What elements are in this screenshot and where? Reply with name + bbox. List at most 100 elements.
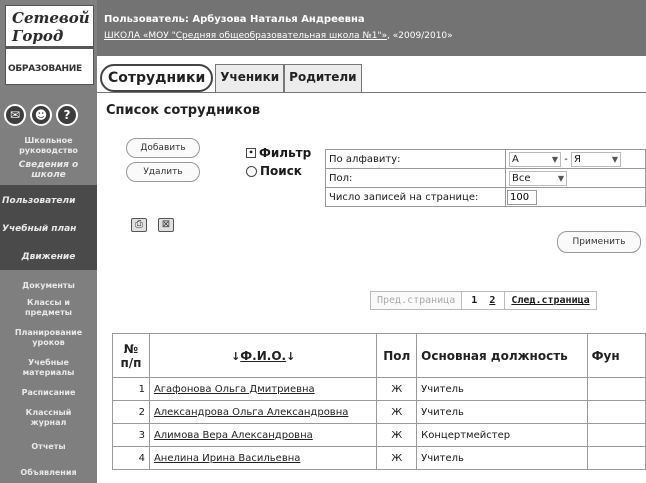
row-function (586, 377, 646, 401)
row-position: Концертмейстер (416, 423, 588, 447)
filter-table: По алфавиту: А ▼ - Я ▼ Пол: Все ▼ Число зап… (325, 149, 646, 207)
per-page-label: Число записей на странице: (325, 187, 506, 207)
user-name: Пользователь: Арбузова Наталья Андреевна (104, 14, 365, 25)
alpha-label: По алфавиту: (325, 149, 506, 169)
name-header-label: Ф.И.О. (240, 348, 287, 363)
row-number: 3 (112, 423, 150, 447)
column-header-position: Основная должность (416, 333, 588, 378)
filter-radio-label: Фильтр (259, 146, 312, 160)
table-header-row: № п/п ↓Ф.И.О.↓ Пол Основная должность Фу… (112, 333, 646, 378)
tab-parents[interactable]: Родители (284, 64, 362, 92)
prev-page-button[interactable]: Пред.страница (370, 291, 463, 310)
sex-select[interactable]: Все ▼ (509, 170, 567, 186)
sidebar-item-lesson-planning[interactable]: Планирование уроков (0, 328, 97, 348)
sidebar-item-journal[interactable]: Классный журнал (0, 408, 97, 428)
sidebar-item-announcements[interactable]: Объявления (0, 468, 97, 478)
chevron-down-icon: ▼ (551, 154, 558, 164)
employee-link[interactable]: Агафонова Ольга Дмитриевна (154, 384, 315, 395)
employee-link[interactable]: Алимова Вера Александровна (154, 430, 313, 441)
alpha-range-cell: А ▼ - Я ▼ (505, 149, 646, 169)
column-header-number: № п/п (112, 333, 150, 378)
row-position: Учитель (416, 400, 588, 424)
page-title: Список сотрудников (106, 103, 261, 118)
sidebar-item-users[interactable]: Пользователи (0, 196, 97, 206)
tab-staff[interactable]: Сотрудники (100, 64, 214, 92)
row-name-cell: Агафонова Ольга Дмитриевна (148, 377, 378, 401)
print-icon[interactable]: ⎙ (131, 218, 147, 232)
row-name-cell: Александрова Ольга Александровна (148, 400, 378, 424)
logo[interactable]: Сетевой Город ОБРАЗОВАНИЕ (5, 5, 94, 85)
alpha-to-value: Я (573, 153, 581, 165)
add-button[interactable]: Добавить (126, 138, 200, 158)
search-radio-label: Поиск (260, 164, 302, 178)
per-page-input[interactable] (507, 189, 537, 205)
tab-students[interactable]: Ученики (215, 64, 285, 92)
logo-line-2: Город (12, 27, 64, 45)
chevron-down-icon: ▼ (611, 154, 618, 164)
alpha-from-value: А (512, 153, 519, 165)
help-icon[interactable]: ? (56, 104, 78, 126)
row-name-cell: Анелина Ирина Васильевна (148, 446, 378, 470)
people-icon[interactable]: ☻ (30, 104, 52, 126)
logo-divider (6, 46, 93, 49)
employee-link[interactable]: Александрова Ольга Александровна (154, 407, 348, 418)
column-header-name[interactable]: ↓Ф.И.О.↓ (148, 333, 378, 378)
sort-down-icon: ↓ (286, 349, 296, 363)
school-link[interactable]: ШКОЛА «МОУ "Средняя общеобразовательная … (104, 31, 387, 41)
row-sex: Ж (376, 446, 418, 470)
row-position: Учитель (416, 446, 588, 470)
column-header-sex: Пол (376, 333, 418, 378)
chevron-down-icon: ▼ (557, 173, 564, 183)
page-link-1[interactable]: 1 (471, 295, 477, 306)
sidebar-item-study-plan[interactable]: Учебный план (0, 224, 97, 234)
next-page-button[interactable]: След.страница (505, 291, 597, 310)
row-sex: Ж (376, 400, 418, 424)
sidebar-item-classes[interactable]: Классы и предметы (0, 298, 97, 318)
delete-button[interactable]: Удалить (126, 162, 200, 182)
alpha-to-select[interactable]: Я ▼ (570, 151, 621, 167)
page-numbers: 1 2 (462, 291, 506, 310)
school-year: , «2009/2010» (387, 31, 453, 41)
employee-link[interactable]: Анелина Ирина Васильевна (154, 453, 300, 464)
search-radio[interactable]: Поиск (246, 164, 302, 178)
row-function (586, 400, 646, 424)
mail-icon[interactable]: ✉ (4, 104, 26, 126)
sidebar-item-school-management[interactable]: Школьное руководство (0, 136, 97, 156)
sidebar: Сетевой Город ОБРАЗОВАНИЕ ✉ ☻ ? Школьное… (0, 0, 97, 483)
row-number: 2 (112, 400, 150, 424)
row-number: 1 (112, 377, 150, 401)
table-row: 4 Анелина Ирина Васильевна Ж Учитель (112, 446, 646, 470)
sex-label: Пол: (325, 168, 506, 188)
sidebar-item-materials[interactable]: Учебные материалы (0, 358, 97, 378)
row-function (586, 446, 646, 470)
sidebar-item-school-info[interactable]: Сведения о школе (0, 160, 97, 180)
filter-radio-checked-icon: • (246, 148, 256, 158)
row-name-cell: Алимова Вера Александровна (148, 423, 378, 447)
sidebar-item-reports[interactable]: Отчеты (0, 442, 97, 452)
sidebar-icons: ✉ ☻ ? (4, 104, 94, 126)
row-position: Учитель (416, 377, 588, 401)
logo-line-3: ОБРАЗОВАНИЕ (8, 64, 82, 74)
logo-line-1: Сетевой (12, 9, 90, 27)
header: Пользователь: Арбузова Наталья Андреевна… (97, 0, 646, 56)
page-link-2[interactable]: 2 (489, 295, 495, 306)
row-sex: Ж (376, 423, 418, 447)
excel-export-icon[interactable]: ⊠ (158, 218, 174, 232)
alpha-from-select[interactable]: А ▼ (509, 151, 561, 167)
row-number: 4 (112, 446, 150, 470)
sex-cell: Все ▼ (505, 168, 646, 188)
tabs: Сотрудники Ученики Родители (100, 64, 362, 92)
sidebar-item-movement[interactable]: Движение (0, 252, 97, 262)
apply-button[interactable]: Применить (557, 231, 641, 253)
filter-radio[interactable]: • Фильтр (246, 146, 311, 160)
staff-table: № п/п ↓Ф.И.О.↓ Пол Основная должность Фу… (112, 333, 646, 470)
search-radio-icon (246, 165, 257, 177)
sex-value: Все (512, 172, 531, 184)
row-sex: Ж (376, 377, 418, 401)
sidebar-item-documents[interactable]: Документы (0, 281, 97, 291)
pagination: Пред.страница 1 2 След.страница (370, 291, 597, 310)
sidebar-item-schedule[interactable]: Расписание (0, 388, 97, 398)
row-function (586, 423, 646, 447)
school-line: ШКОЛА «МОУ "Средняя общеобразовательная … (104, 31, 453, 41)
sort-down-icon: ↓ (231, 349, 241, 363)
